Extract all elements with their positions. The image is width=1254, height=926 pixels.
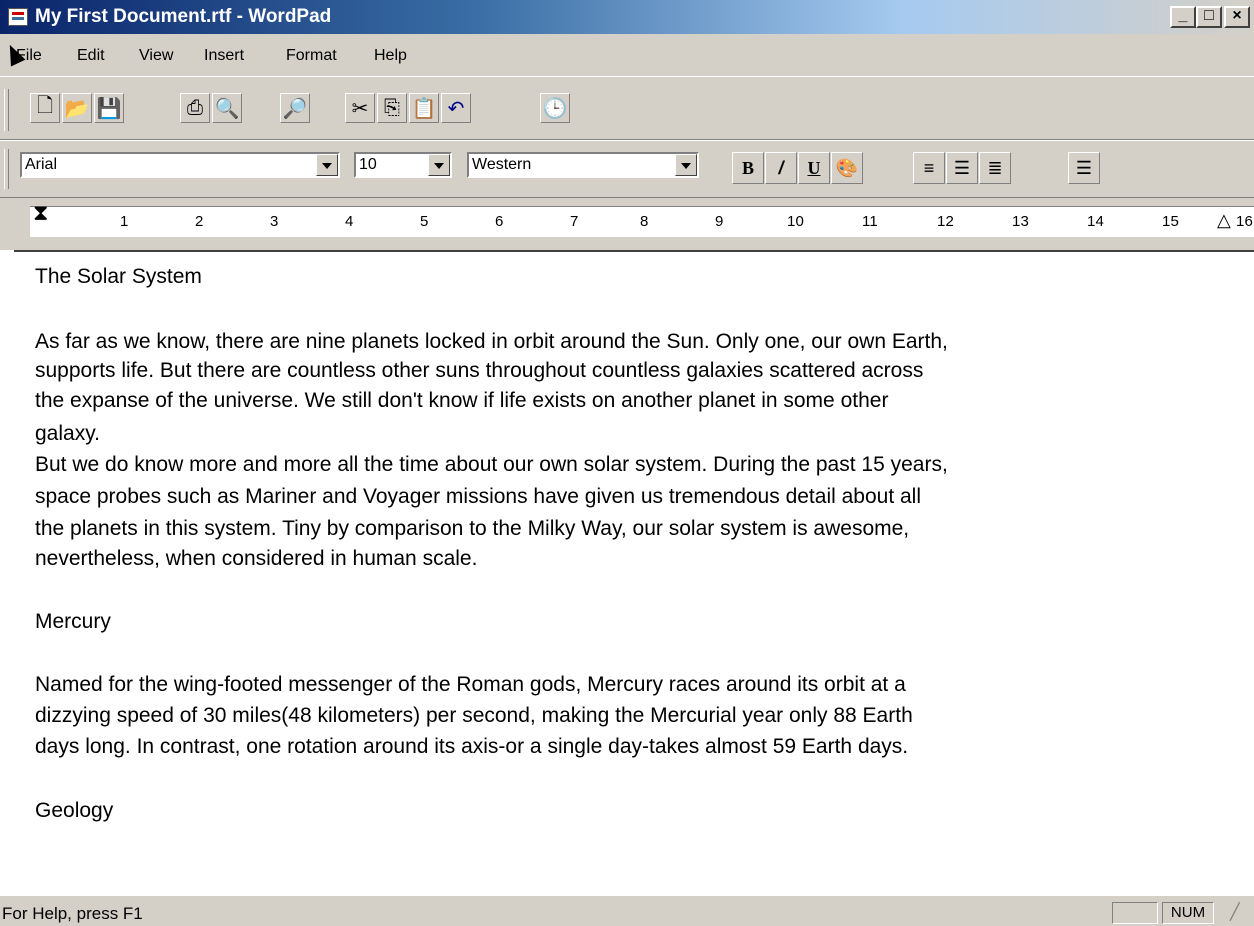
new-icon[interactable]: 🗋 bbox=[30, 93, 60, 123]
ruler-number: 2 bbox=[195, 213, 204, 230]
ruler[interactable]: 1 2 3 4 5 6 7 8 9 10 11 12 13 14 15 16 ⧗… bbox=[8, 198, 1254, 250]
menu-insert[interactable]: Insert bbox=[204, 46, 244, 66]
close-button[interactable]: × bbox=[1224, 6, 1250, 28]
ruler-number: 8 bbox=[640, 213, 649, 230]
menu-edit[interactable]: Edit bbox=[77, 46, 105, 66]
print-preview-icon[interactable]: 🔍 bbox=[212, 93, 242, 123]
doc-line: dizzying speed of 30 miles(48 kilometers… bbox=[35, 704, 913, 727]
underline-button[interactable]: U bbox=[798, 152, 830, 184]
font-size-value: 10 bbox=[359, 156, 377, 173]
left-indent-marker-icon[interactable]: ⧗ bbox=[33, 202, 48, 224]
document-area[interactable]: The Solar System As far as we know, ther… bbox=[14, 250, 1254, 895]
open-icon[interactable]: 📂 bbox=[62, 93, 92, 123]
align-right-icon[interactable]: ≣ bbox=[979, 152, 1011, 184]
toolbar-grip[interactable] bbox=[4, 89, 9, 131]
format-toolbar-grip[interactable] bbox=[4, 149, 9, 189]
paste-icon[interactable]: 📋 bbox=[409, 93, 439, 123]
ruler-number: 11 bbox=[862, 213, 878, 230]
date-time-icon[interactable]: 🕒 bbox=[540, 93, 570, 123]
find-icon[interactable]: 🔎 bbox=[280, 93, 310, 123]
menu-bar: File Edit View Insert Format Help bbox=[0, 34, 1254, 76]
doc-line: supports life. But there are countless o… bbox=[35, 359, 924, 382]
ruler-number: 7 bbox=[570, 213, 579, 230]
doc-line: space probes such as Mariner and Voyager… bbox=[35, 485, 922, 508]
doc-line: the expanse of the universe. We still do… bbox=[35, 389, 889, 412]
maximize-button[interactable]: □ bbox=[1196, 6, 1222, 28]
format-toolbar: Arial 10 Western B / U 🎨 ≡ ☰ ≣ ☰ bbox=[0, 140, 1254, 198]
ruler-number: 9 bbox=[715, 213, 724, 230]
font-name-combo[interactable]: Arial bbox=[20, 152, 340, 178]
left-margin bbox=[0, 250, 14, 895]
status-pane-blank bbox=[1112, 902, 1158, 924]
doc-line: Mercury bbox=[35, 610, 111, 633]
right-indent-marker-icon[interactable]: △ bbox=[1217, 211, 1231, 229]
italic-button[interactable]: / bbox=[765, 152, 797, 184]
save-icon[interactable]: 💾 bbox=[94, 93, 124, 123]
cut-icon[interactable]: ✂ bbox=[345, 93, 375, 123]
ruler-number: 1 bbox=[120, 213, 129, 230]
ruler-number: 16 bbox=[1236, 213, 1254, 230]
doc-line: As far as we know, there are nine planet… bbox=[35, 330, 948, 353]
doc-line: days long. In contrast, one rotation aro… bbox=[35, 735, 909, 758]
ruler-scale: 1 2 3 4 5 6 7 8 9 10 11 12 13 14 15 16 bbox=[30, 206, 1254, 237]
copy-icon[interactable]: ⎘ bbox=[377, 93, 407, 123]
doc-line: galaxy. bbox=[35, 422, 100, 445]
undo-icon[interactable]: ↶ bbox=[441, 93, 471, 123]
font-name-value: Arial bbox=[25, 156, 58, 173]
bullets-icon[interactable]: ☰ bbox=[1068, 152, 1100, 184]
chevron-down-icon[interactable] bbox=[428, 154, 450, 176]
status-help-text: For Help, press F1 bbox=[2, 904, 143, 923]
title-bar: My First Document.rtf - WordPad _ □ × bbox=[0, 0, 1254, 34]
ruler-number: 15 bbox=[1162, 213, 1180, 230]
doc-line: But we do know more and more all the tim… bbox=[35, 453, 948, 476]
color-palette-icon[interactable]: 🎨 bbox=[831, 152, 863, 184]
script-value: Western bbox=[472, 156, 532, 173]
doc-line: The Solar System bbox=[35, 265, 202, 288]
doc-line: Geology bbox=[35, 799, 114, 822]
ruler-number: 5 bbox=[420, 213, 429, 230]
resize-grip-icon[interactable]: ╱ bbox=[1230, 902, 1240, 922]
menu-help[interactable]: Help bbox=[374, 46, 407, 66]
ruler-number: 13 bbox=[1012, 213, 1030, 230]
ruler-number: 6 bbox=[495, 213, 504, 230]
script-combo[interactable]: Western bbox=[467, 152, 699, 178]
font-size-combo[interactable]: 10 bbox=[354, 152, 452, 178]
standard-toolbar: 🗋 📂 💾 ⎙ 🔍 🔎 ✂ ⎘ 📋 ↶ 🕒 bbox=[0, 76, 1254, 140]
align-center-icon[interactable]: ☰ bbox=[946, 152, 978, 184]
minimize-button[interactable]: _ bbox=[1170, 6, 1196, 28]
align-left-icon[interactable]: ≡ bbox=[913, 152, 945, 184]
window-title: My First Document.rtf - WordPad bbox=[35, 6, 332, 27]
print-icon[interactable]: ⎙ bbox=[180, 93, 210, 123]
status-bar: For Help, press F1 NUM ╱ bbox=[0, 895, 1254, 926]
ruler-number: 4 bbox=[345, 213, 354, 230]
ruler-number: 14 bbox=[1087, 213, 1105, 230]
bold-button[interactable]: B bbox=[732, 152, 764, 184]
ruler-number: 10 bbox=[787, 213, 805, 230]
wordpad-app-icon[interactable] bbox=[8, 8, 28, 26]
ruler-number: 3 bbox=[270, 213, 279, 230]
menu-format[interactable]: Format bbox=[286, 46, 337, 66]
doc-line: nevertheless, when considered in human s… bbox=[35, 547, 478, 570]
doc-line: the planets in this system. Tiny by comp… bbox=[35, 517, 910, 540]
chevron-down-icon[interactable] bbox=[316, 154, 338, 176]
ruler-number: 12 bbox=[937, 213, 955, 230]
chevron-down-icon[interactable] bbox=[675, 154, 697, 176]
menu-view[interactable]: View bbox=[139, 46, 173, 66]
doc-line: Named for the wing-footed messenger of t… bbox=[35, 673, 906, 696]
num-lock-indicator: NUM bbox=[1162, 902, 1214, 924]
